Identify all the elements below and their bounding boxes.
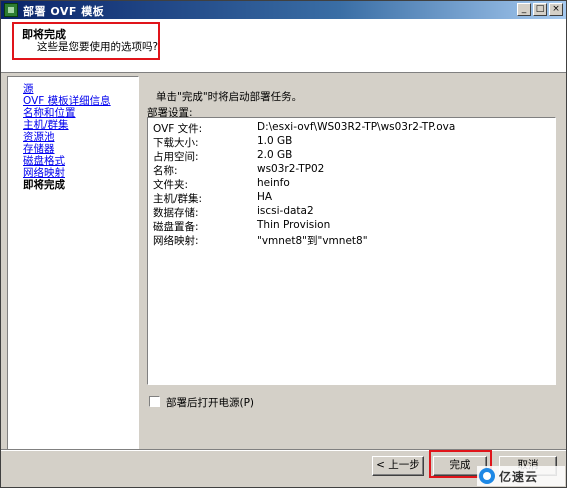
setting-key: 网络映射: — [153, 235, 199, 247]
setting-value: "vmnet8"到"vmnet8" — [257, 235, 368, 247]
watermark-text: 亿速云 — [499, 470, 539, 484]
settings-row: 数据存储: iscsi-data2 — [153, 205, 543, 219]
power-on-checkbox[interactable] — [149, 396, 160, 407]
power-on-label[interactable]: 部署后打开电源(P) — [166, 395, 254, 410]
title-bar[interactable]: 部署 OVF 模板 _ □ × — [1, 1, 566, 19]
close-button[interactable]: × — [549, 3, 563, 16]
wizard-header: 即将完成 这些是您要使用的选项吗? — [1, 19, 566, 73]
app-icon — [4, 3, 18, 17]
setting-value: heinfo — [257, 177, 290, 189]
settings-list: OVF 文件: D:\esxi-ovf\WS03R2-TP\ws03r2-TP.… — [147, 117, 556, 385]
setting-key: OVF 文件: — [153, 123, 203, 135]
back-button[interactable]: < 上一步 — [372, 456, 424, 476]
setting-value: D:\esxi-ovf\WS03R2-TP\ws03r2-TP.ova — [257, 121, 456, 133]
settings-row: 占用空间: 2.0 GB — [153, 149, 543, 163]
minimize-button[interactable]: _ — [517, 3, 531, 16]
setting-key: 名称: — [153, 165, 178, 177]
setting-key: 数据存储: — [153, 207, 199, 219]
setting-key: 磁盘置备: — [153, 221, 199, 233]
maximize-button[interactable]: □ — [533, 3, 547, 16]
window-title: 部署 OVF 模板 — [23, 5, 105, 18]
settings-row: 网络映射: "vmnet8"到"vmnet8" — [153, 233, 543, 247]
nav-item-ready-to-complete: 即将完成 — [23, 179, 65, 191]
watermark: 亿速云 — [477, 466, 565, 486]
instruction-text: 单击"完成"时将启动部署任务。 — [156, 91, 303, 103]
setting-value: ws03r2-TP02 — [257, 163, 325, 175]
settings-row: 主机/群集: HA — [153, 191, 543, 205]
deploy-ovf-window: 部署 OVF 模板 _ □ × 即将完成 这些是您要使用的选项吗? 源 OVF … — [0, 0, 567, 488]
setting-value: HA — [257, 191, 273, 203]
setting-value: iscsi-data2 — [257, 205, 314, 217]
page-subtitle: 这些是您要使用的选项吗? — [37, 41, 159, 53]
settings-row: 名称: ws03r2-TP02 — [153, 163, 543, 177]
setting-value: Thin Provision — [257, 219, 331, 231]
settings-row: 下载大小: 1.0 GB — [153, 135, 543, 149]
setting-key: 文件夹: — [153, 179, 189, 191]
setting-key: 占用空间: — [153, 151, 199, 163]
watermark-logo-icon — [479, 468, 495, 484]
settings-row: 文件夹: heinfo — [153, 177, 543, 191]
setting-key: 下载大小: — [153, 137, 199, 149]
setting-value: 2.0 GB — [257, 149, 293, 161]
setting-value: 1.0 GB — [257, 135, 293, 147]
setting-key: 主机/群集: — [153, 193, 203, 205]
settings-row: OVF 文件: D:\esxi-ovf\WS03R2-TP\ws03r2-TP.… — [153, 121, 543, 135]
wizard-steps-nav: 源 OVF 模板详细信息 名称和位置 主机/群集 资源池 存储器 磁盘格式 网络… — [7, 76, 139, 450]
settings-row: 磁盘置备: Thin Provision — [153, 219, 543, 233]
